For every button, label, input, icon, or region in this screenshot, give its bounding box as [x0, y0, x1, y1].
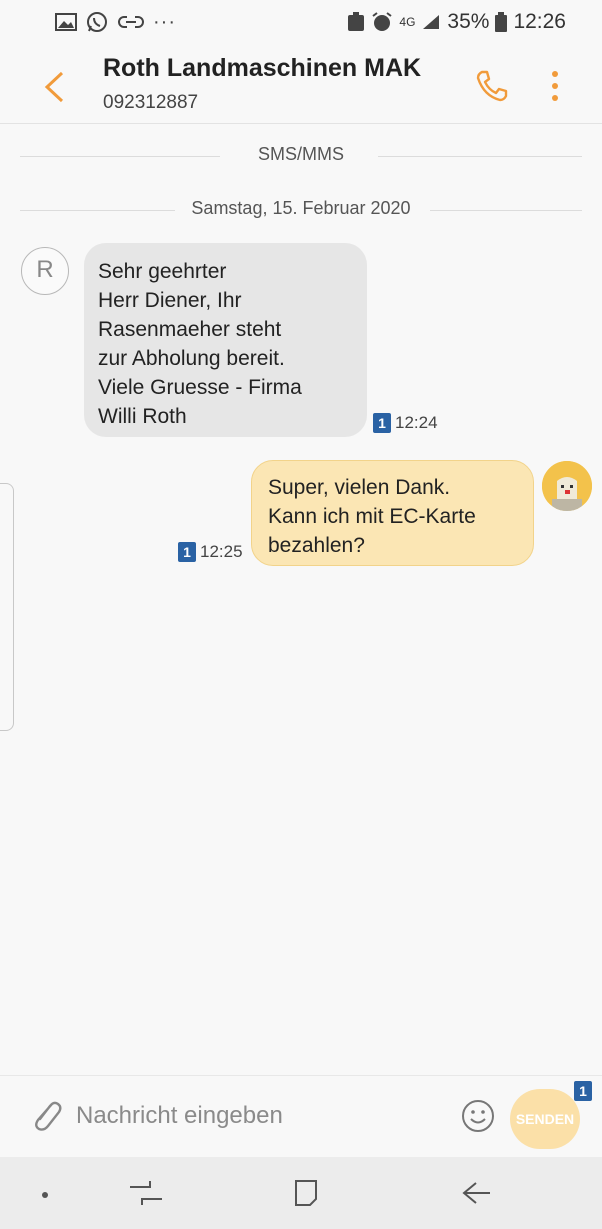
- alarm-icon: [372, 12, 392, 31]
- battery-percent: 35%: [447, 10, 490, 33]
- call-button[interactable]: [474, 68, 510, 104]
- status-left-icons: ···: [55, 10, 176, 34]
- header-divider: [0, 123, 602, 124]
- paperclip-icon: [35, 1101, 62, 1131]
- home-icon[interactable]: [288, 1177, 324, 1209]
- network-type: 4G: [399, 15, 416, 29]
- status-right: 4G 35% 12:26: [347, 10, 566, 34]
- incoming-message-meta: 1 12:24: [373, 413, 438, 433]
- more-notifications-icon: ···: [153, 10, 176, 33]
- send-sim-badge: 1: [574, 1081, 592, 1101]
- contact-number: 092312887: [103, 92, 199, 113]
- edge-panel-handle[interactable]: [0, 483, 14, 731]
- emoji-button[interactable]: [460, 1098, 496, 1134]
- my-avatar[interactable]: [542, 461, 592, 511]
- message-input[interactable]: [76, 1098, 436, 1134]
- incoming-message-text: Sehr geehrter Herr Diener, Ihr Rasenmaeh…: [98, 260, 302, 428]
- dot-icon[interactable]: [27, 1177, 63, 1209]
- sim-badge: 1: [178, 542, 196, 562]
- conversation-header: Roth Landmaschinen MAK 092312887: [0, 48, 602, 124]
- battery-icon: [495, 12, 508, 32]
- status-bar: ··· 4G 35% 12:26: [0, 0, 602, 48]
- recents-icon[interactable]: [128, 1177, 164, 1209]
- outgoing-message-text: Super, vielen Dank. Kann ich mit EC-Kart…: [268, 476, 476, 557]
- channel-label: SMS/MMS: [243, 144, 358, 164]
- outgoing-message-meta: 1 12:25: [178, 542, 243, 562]
- send-button[interactable]: SENDEN: [510, 1089, 580, 1149]
- contact-avatar[interactable]: R: [21, 247, 69, 295]
- contact-name: Roth Landmaschinen MAK: [103, 54, 422, 82]
- gallery-icon: [55, 13, 77, 31]
- composer-bar: SENDEN: [0, 1075, 602, 1158]
- back-button[interactable]: [40, 70, 68, 104]
- sim-badge: 1: [373, 413, 391, 433]
- profile-picture-icon: [542, 461, 592, 511]
- phone-icon: [476, 70, 508, 102]
- battery-saver-icon: [348, 12, 365, 31]
- message-time: 12:25: [200, 542, 243, 561]
- attach-button[interactable]: [28, 1096, 64, 1134]
- channel-divider: SMS/MMS: [20, 144, 582, 168]
- signal-icon: [423, 15, 440, 29]
- clock: 12:26: [513, 10, 566, 33]
- date-label: Samstag, 15. Februar 2020: [177, 198, 425, 218]
- outgoing-message-bubble[interactable]: Super, vielen Dank. Kann ich mit EC-Kart…: [251, 460, 534, 566]
- whatsapp-icon: [87, 12, 107, 32]
- incoming-message-bubble[interactable]: Sehr geehrter Herr Diener, Ihr Rasenmaeh…: [84, 243, 367, 437]
- date-divider: Samstag, 15. Februar 2020: [20, 198, 582, 222]
- more-options-button[interactable]: [545, 68, 565, 104]
- link-icon: [118, 16, 144, 28]
- message-time: 12:24: [395, 413, 438, 432]
- back-icon[interactable]: [458, 1177, 494, 1209]
- navigation-bar: [0, 1157, 602, 1229]
